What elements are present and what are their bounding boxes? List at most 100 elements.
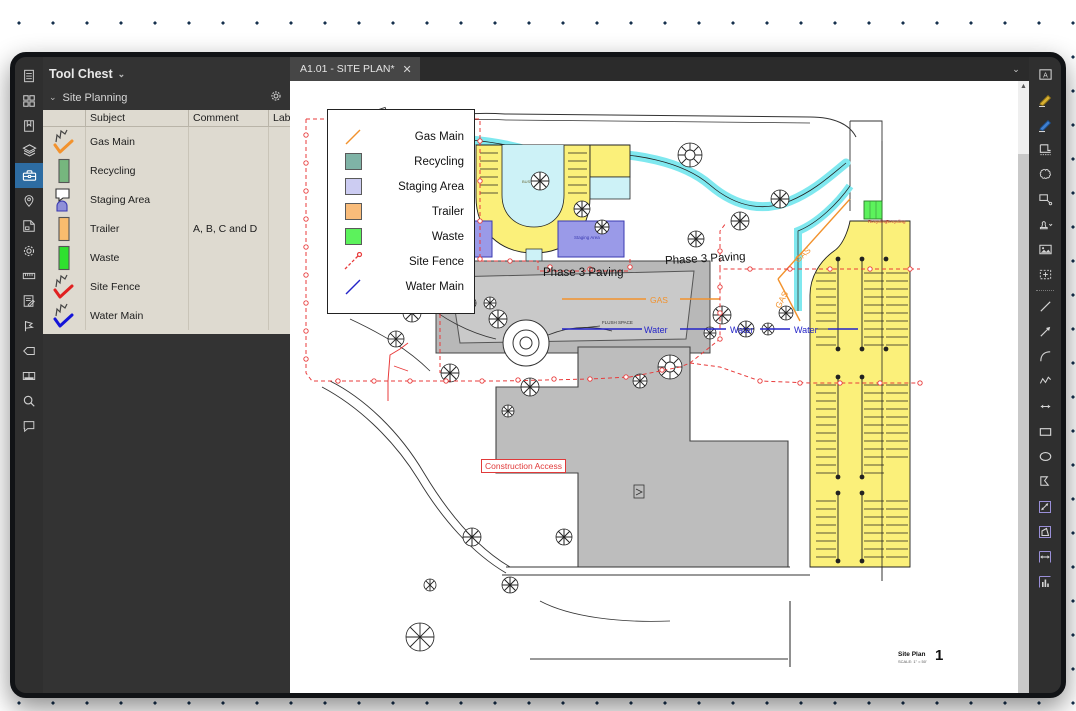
header-comment[interactable]: Comment bbox=[188, 110, 268, 126]
thumbnails-icon[interactable] bbox=[15, 88, 43, 113]
polygon-tool-icon[interactable] bbox=[1029, 469, 1061, 494]
tab-site-plan[interactable]: A1.01 - SITE PLAN* ✕ bbox=[290, 57, 420, 81]
layers-icon[interactable] bbox=[15, 138, 43, 163]
measure-area-tool-icon[interactable] bbox=[1029, 494, 1061, 519]
chevron-down-icon[interactable]: ⌄ bbox=[1003, 57, 1029, 81]
legend-symbol-swatch bbox=[328, 228, 378, 245]
row-comment bbox=[188, 156, 268, 185]
scroll-up-arrow-icon[interactable]: ▲ bbox=[1018, 81, 1029, 92]
measure-ruler-icon[interactable] bbox=[15, 263, 43, 288]
callout-tool-icon[interactable] bbox=[1029, 187, 1061, 212]
drawing-legend: Gas Main Recycling Staging AreaTrailer Wast… bbox=[327, 109, 475, 314]
row-subject: Recycling bbox=[85, 156, 188, 185]
tab-bar-spacer bbox=[420, 57, 1003, 81]
title-block-number: 1 bbox=[935, 647, 943, 664]
table-row[interactable]: Gas Main bbox=[43, 127, 290, 156]
legend-row: Water Main bbox=[328, 274, 466, 299]
image-tool-icon[interactable] bbox=[1029, 237, 1061, 262]
group-collapse-chevron-icon[interactable]: ⌄ bbox=[49, 92, 57, 103]
pen-blue-tool-icon[interactable] bbox=[1029, 112, 1061, 137]
stamp-tool-icon[interactable] bbox=[1029, 212, 1061, 237]
markups-list-icon[interactable] bbox=[15, 288, 43, 313]
legend-rows: Gas Main Recycling Staging AreaTrailer Wast… bbox=[328, 110, 474, 299]
canvas-vertical-scrollbar[interactable]: ▲ bbox=[1018, 81, 1029, 693]
svg-text:Recycling: Recycling bbox=[868, 219, 888, 224]
snapshot-tool-icon[interactable] bbox=[1029, 262, 1061, 287]
highlighter-yellow-tool-icon[interactable] bbox=[1029, 87, 1061, 112]
row-comment bbox=[188, 243, 268, 272]
table-row[interactable]: Staging Area bbox=[43, 185, 290, 214]
location-pin-icon[interactable] bbox=[15, 188, 43, 213]
table-row[interactable]: Waste bbox=[43, 243, 290, 272]
row-comment bbox=[188, 272, 268, 301]
sheet-sets-icon[interactable] bbox=[15, 213, 43, 238]
callout-cloud-purple bbox=[43, 185, 85, 214]
tool-chest-empty-space bbox=[43, 334, 290, 693]
stamp-flag-icon[interactable] bbox=[15, 313, 43, 338]
row-label bbox=[268, 214, 290, 243]
line-tool-icon[interactable] bbox=[1029, 294, 1061, 319]
row-subject: Gas Main bbox=[85, 127, 188, 156]
table-header-row: Subject Comment Label bbox=[43, 110, 290, 127]
row-label bbox=[268, 156, 290, 185]
title-block-scale: SCALE: 1" = 50' bbox=[898, 659, 927, 664]
table-row[interactable]: Recycling bbox=[43, 156, 290, 185]
tool-chest-header[interactable]: Tool Chest ⌄ bbox=[43, 57, 290, 87]
rectangle-tool-icon[interactable] bbox=[1029, 419, 1061, 444]
legend-label: Recycling bbox=[378, 156, 466, 168]
row-label bbox=[268, 185, 290, 214]
scroll-thumb[interactable] bbox=[1018, 92, 1029, 154]
text-box-tool-icon[interactable]: A bbox=[1029, 62, 1061, 87]
group-label: Site Planning bbox=[63, 92, 264, 104]
legend-row: Staging Area bbox=[328, 174, 466, 199]
annotation-phase-3-paving-left: Phase 3 Paving bbox=[543, 267, 624, 279]
document-icon[interactable] bbox=[15, 63, 43, 88]
search-icon[interactable] bbox=[15, 388, 43, 413]
cloud-tool-icon[interactable] bbox=[1029, 162, 1061, 187]
measure-volume-tool-icon[interactable] bbox=[1029, 519, 1061, 544]
close-icon[interactable]: ✕ bbox=[403, 63, 412, 76]
header-subject[interactable]: Subject bbox=[85, 110, 188, 126]
legend-label: Gas Main bbox=[378, 131, 466, 143]
tool-chest-group-row[interactable]: ⌄ Site Planning bbox=[43, 87, 290, 110]
compare-icon[interactable] bbox=[15, 363, 43, 388]
svg-text:FLUSH SPACE: FLUSH SPACE bbox=[602, 320, 633, 325]
svg-text:Staging Area: Staging Area bbox=[574, 235, 600, 240]
legend-label: Waste bbox=[378, 231, 466, 243]
row-subject: Trailer bbox=[85, 214, 188, 243]
dimension-tool-icon[interactable] bbox=[1029, 394, 1061, 419]
legend-symbol-swatch bbox=[328, 178, 378, 195]
header-icon-col bbox=[43, 110, 85, 126]
svg-text:Water: Water bbox=[794, 325, 818, 335]
legend-symbol-line bbox=[328, 277, 378, 297]
canvas-wrapper: FLUSH SPACE bbox=[290, 81, 1029, 693]
drawing-canvas[interactable]: FLUSH SPACE bbox=[290, 81, 1018, 693]
measure-count-tool-icon[interactable] bbox=[1029, 569, 1061, 594]
rect-swatch-brightgreen bbox=[43, 243, 85, 272]
legend-row: Waste bbox=[328, 224, 466, 249]
gear-icon[interactable] bbox=[270, 90, 282, 105]
svg-text:GAS: GAS bbox=[650, 295, 668, 305]
ink-squiggle-check-red bbox=[43, 272, 85, 301]
document-area: A1.01 - SITE PLAN* ✕ ⌄ bbox=[290, 57, 1029, 693]
gear-icon[interactable] bbox=[15, 238, 43, 263]
legend-label: Site Fence bbox=[378, 256, 466, 268]
table-row[interactable]: Site Fence bbox=[43, 272, 290, 301]
legend-row: Trailer bbox=[328, 199, 466, 224]
left-icon-rail bbox=[15, 57, 43, 693]
bookmarks-icon[interactable] bbox=[15, 113, 43, 138]
arrow-tool-icon[interactable] bbox=[1029, 319, 1061, 344]
measure-length-tool-icon[interactable] bbox=[1029, 544, 1061, 569]
ellipse-tool-icon[interactable] bbox=[1029, 444, 1061, 469]
tag-icon[interactable] bbox=[15, 338, 43, 363]
tool-chest-icon[interactable] bbox=[15, 163, 43, 188]
callout-icon[interactable] bbox=[15, 413, 43, 438]
table-row[interactable]: Water Main bbox=[43, 301, 290, 330]
arc-tool-icon[interactable] bbox=[1029, 344, 1061, 369]
legend-row: Recycling bbox=[328, 149, 466, 174]
area-highlight-tool-icon[interactable] bbox=[1029, 137, 1061, 162]
chevron-down-icon[interactable]: ⌄ bbox=[118, 69, 126, 80]
row-label bbox=[268, 127, 290, 156]
table-row[interactable]: TrailerA, B, C and D bbox=[43, 214, 290, 243]
polyline-tool-icon[interactable] bbox=[1029, 369, 1061, 394]
